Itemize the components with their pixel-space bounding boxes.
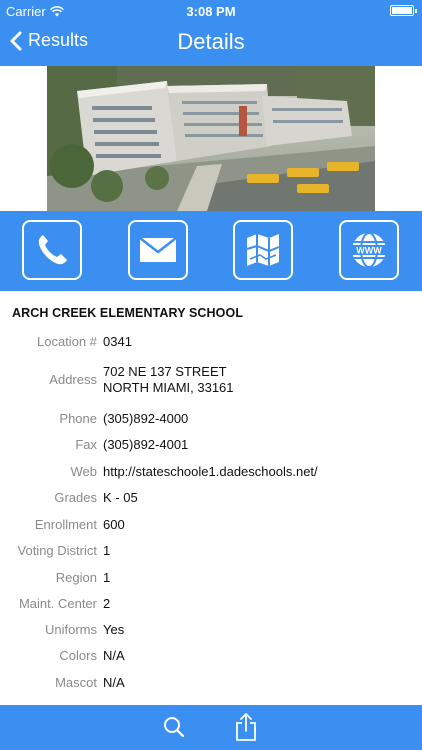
detail-value: Yes [103,622,125,637]
detail-value[interactable]: http://stateschoole1.dadeschools.net/ [103,464,318,480]
detail-label: Location # [37,334,97,349]
svg-text:WWW: WWW [356,246,382,256]
detail-label: Region [55,570,97,585]
top-bar: Carrier 3:08 PM Results Details [0,0,422,66]
action-bar: WWW [0,211,422,291]
status-bar: Carrier 3:08 PM [0,0,422,22]
call-button[interactable] [22,220,82,280]
detail-label: Voting District [17,543,97,558]
detail-label: Mascot [55,675,97,690]
detail-label: Uniforms [44,622,97,637]
detail-value: (305)892-4001 [103,437,189,452]
map-button[interactable] [233,220,293,280]
www-globe-icon: WWW [351,232,387,268]
detail-value: 1 [103,543,111,558]
detail-value: K - 05 [103,490,138,505]
page-title: Details [177,29,245,54]
detail-value: 2 [103,596,111,611]
detail-value: 0341 [103,334,132,349]
phone-icon [38,235,67,265]
share-icon[interactable] [234,712,258,742]
map-icon [246,234,280,266]
detail-label: Colors [59,648,97,663]
school-name: ARCH CREEK ELEMENTARY SCHOOL [12,306,244,320]
navigation-bar: Results Details [0,22,422,66]
detail-label: Grades [54,490,97,505]
bottom-toolbar [0,705,422,750]
detail-label: Maint. Center [18,596,97,611]
detail-value-line2: NORTH MIAMI, 33161 [103,380,234,395]
website-button[interactable]: WWW [339,220,399,280]
detail-value: 1 [103,570,111,585]
school-photo [47,66,375,211]
detail-label: Address [49,372,97,387]
detail-label: Phone [59,411,97,426]
detail-value-line1: 702 NE 137 STREET [103,364,227,379]
detail-value: N/A [103,675,125,690]
email-button[interactable] [128,220,188,280]
detail-label: Web [70,464,98,479]
battery-icon [390,5,417,16]
detail-value: 600 [103,517,125,532]
school-building-image [47,66,375,211]
detail-label: Enrollment [34,517,97,532]
mail-icon [139,237,177,262]
detail-label: Fax [75,437,97,452]
detail-value[interactable]: (305)892-4000 [103,411,188,427]
search-icon[interactable] [163,716,185,738]
detail-value: N/A [103,648,125,663]
status-time: 3:08 PM [186,4,236,19]
